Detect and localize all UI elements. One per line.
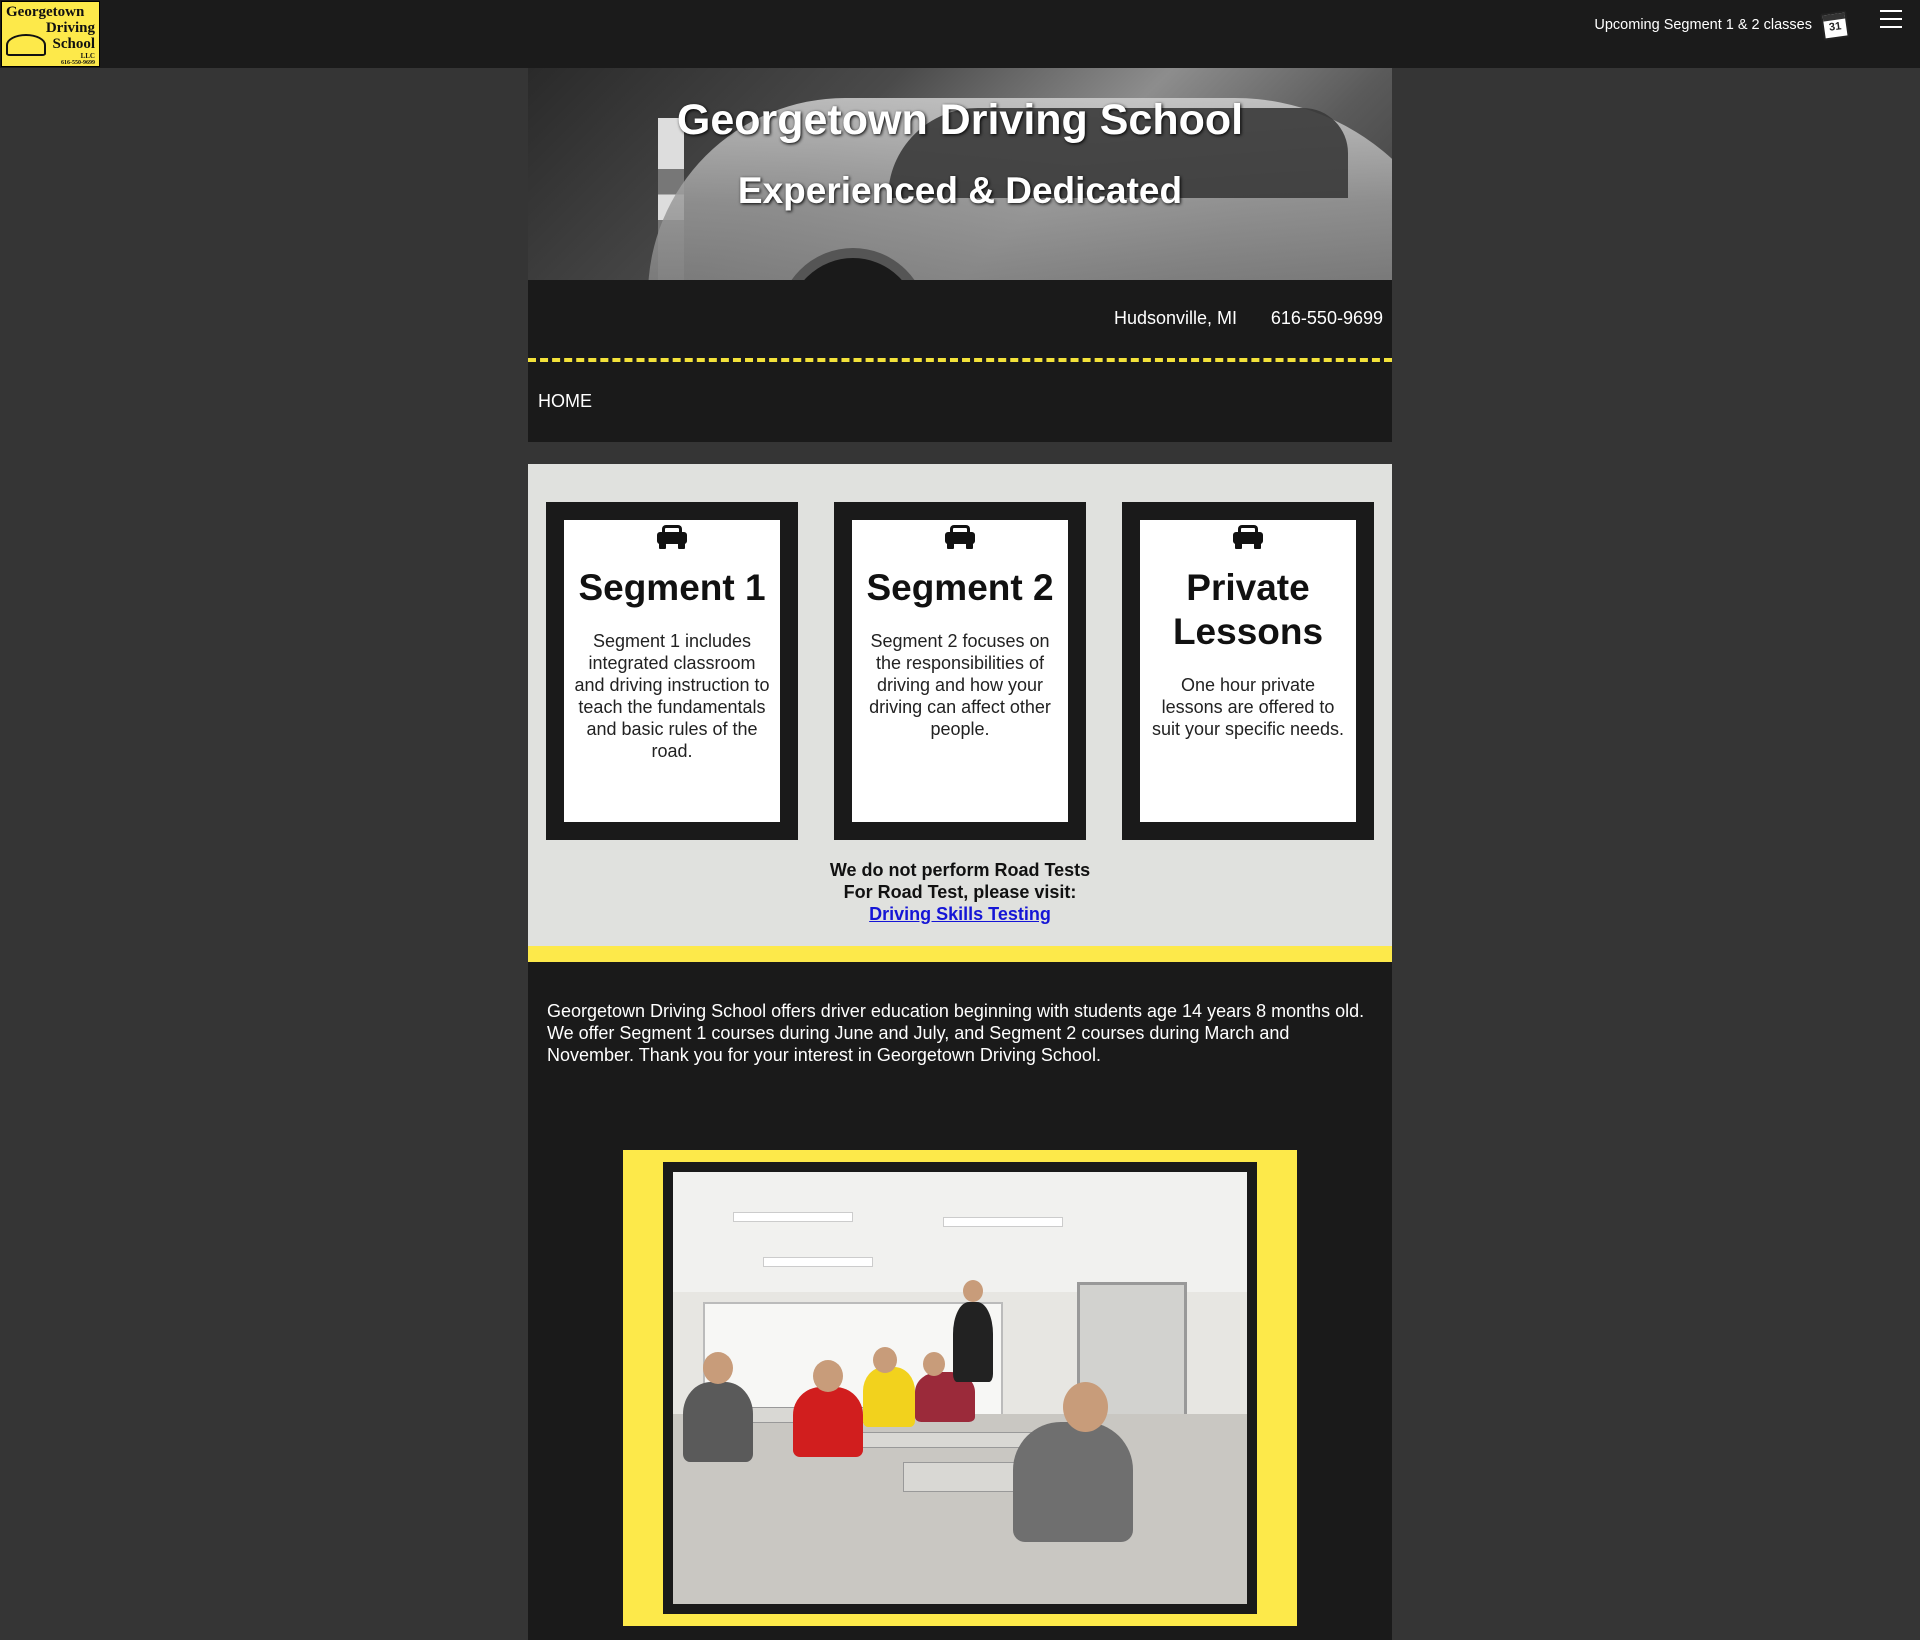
hamburger-icon[interactable]: [1880, 10, 1902, 30]
top-bar: Georgetown Driving School LLC 616-550-96…: [0, 0, 1920, 68]
road-divider: [528, 358, 1392, 362]
logo-phone: 616-550-9699: [61, 60, 95, 66]
service-card-segment1: Segment 1 Segment 1 includes integrated …: [546, 502, 798, 840]
car-icon: [657, 524, 687, 550]
logo-car-icon: [6, 34, 46, 56]
info-bar: Hudsonville, MI 616-550-9699 HOME: [528, 280, 1392, 442]
classroom-photo-frame: [623, 1150, 1297, 1626]
car-icon: [1233, 524, 1263, 550]
road-note-line2: For Road Test, please visit:: [843, 882, 1077, 902]
service-card-title: Segment 2: [866, 567, 1054, 608]
calendar-number: 31: [1828, 20, 1843, 34]
service-card-inner: Segment 1 Segment 1 includes integrated …: [564, 520, 780, 822]
upcoming-classes-label: Upcoming Segment 1 & 2 classes: [1594, 17, 1812, 33]
upcoming-classes-link[interactable]: Upcoming Segment 1 & 2 classes: [1594, 17, 1812, 33]
photo-border: [663, 1162, 1257, 1614]
service-card-text: Segment 2 focuses on the responsibilitie…: [869, 631, 1051, 739]
hero-banner: Georgetown Driving School Experienced & …: [528, 68, 1392, 280]
driving-skills-testing-link[interactable]: Driving Skills Testing: [869, 904, 1051, 924]
site-logo[interactable]: Georgetown Driving School LLC 616-550-96…: [1, 1, 100, 67]
service-card-text: Segment 1 includes integrated classroom …: [574, 631, 770, 761]
yellow-stripe: [528, 946, 1392, 962]
logo-line1: Georgetown: [6, 4, 85, 20]
classroom-photo: [673, 1172, 1247, 1604]
service-card-text: One hour private lessons are offered to …: [1151, 675, 1345, 739]
service-card-segment2: Segment 2 Segment 2 focuses on the respo…: [834, 502, 1086, 840]
service-card-inner: Private Lessons One hour private lessons…: [1140, 520, 1356, 822]
hero-title: Georgetown Driving School: [676, 96, 1244, 144]
about-text: Georgetown Driving School offers driver …: [547, 1001, 1365, 1065]
phone-link[interactable]: 616-550-9699: [1271, 308, 1383, 329]
road-test-note: We do not perform Road Tests For Road Te…: [528, 859, 1392, 925]
service-card-title: Segment 1: [578, 567, 766, 608]
hero-subtitle: Experienced & Dedicated: [737, 170, 1183, 211]
service-card-private-lessons: Private Lessons One hour private lessons…: [1122, 502, 1374, 840]
calendar-icon[interactable]: 31: [1820, 10, 1850, 41]
about-section: Georgetown Driving School offers driver …: [528, 962, 1392, 1640]
services-section: Segment 1 Segment 1 includes integrated …: [528, 464, 1392, 962]
nav-home-link[interactable]: HOME: [538, 391, 592, 412]
location-text: Hudsonville, MI: [1113, 308, 1237, 328]
road-note-line1: We do not perform Road Tests: [829, 860, 1091, 880]
car-icon: [945, 524, 975, 550]
service-card-inner: Segment 2 Segment 2 focuses on the respo…: [852, 520, 1068, 822]
service-card-title: Private Lessons: [1172, 567, 1324, 652]
